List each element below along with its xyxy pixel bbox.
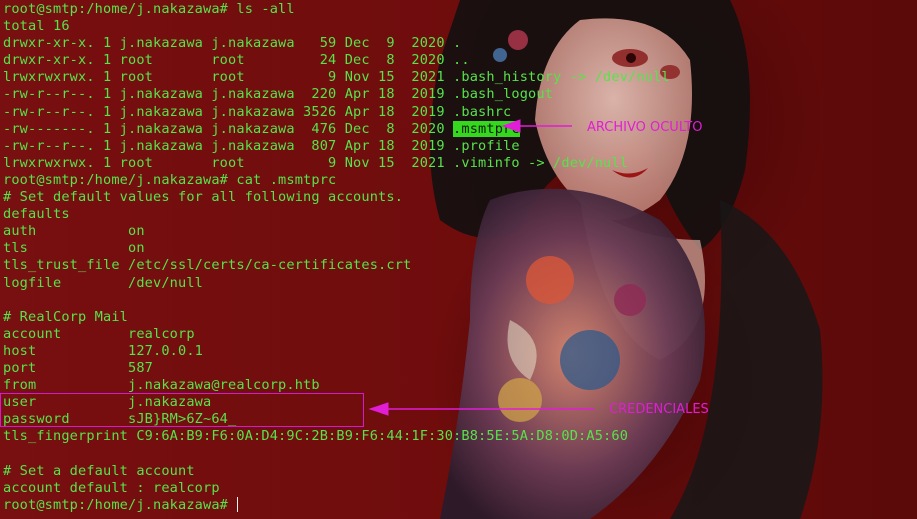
msmtprc-listing: -rw-------. 1 j.nakazawa j.nakazawa 476 … [3, 120, 454, 137]
terminal-line: lrwxrwxrwx. 1 root root 9 Nov 15 2021 .v… [3, 154, 629, 171]
terminal-window[interactable]: root@smtp:/home/j.nakazawa# ls -all tota… [0, 0, 917, 519]
terminal-line: account realcorp [3, 325, 195, 342]
text-cursor [237, 496, 239, 512]
terminal-line: drwxr-xr-x. 1 root root 24 Dec 8 2020 .. [3, 52, 470, 69]
terminal-line: port 587 [3, 359, 154, 376]
terminal-line: host 127.0.0.1 [3, 342, 204, 359]
terminal-line: lrwxrwxrwx. 1 root root 9 Nov 15 2021 .b… [3, 69, 670, 86]
msmtprc-highlight: .msmtprc [453, 120, 520, 137]
terminal-prompt-line[interactable]: root@smtp:/home/j.nakazawa# [3, 496, 670, 514]
terminal-line: root@smtp:/home/j.nakazawa# cat .msmtprc [3, 171, 337, 188]
terminal-output: root@smtp:/home/j.nakazawa# ls -all tota… [3, 1, 670, 514]
terminal-line: drwxr-xr-x. 1 j.nakazawa j.nakazawa 59 D… [3, 35, 462, 52]
terminal-line: logfile /dev/null [3, 274, 204, 291]
terminal-line: -rw-r--r--. 1 j.nakazawa j.nakazawa 3526… [3, 103, 512, 120]
credentials-annotation: CREDENCIALES [609, 402, 709, 417]
credentials-highlight-box [0, 393, 364, 427]
terminal-line: # Set default values for all following a… [3, 189, 404, 206]
hidden-file-annotation: ARCHIVO OCULTO [587, 120, 703, 135]
terminal-line: tls_fingerprint C9:6A:B9:F6:0A:D4:9C:2B:… [3, 428, 629, 445]
terminal-line: # Set a default account [3, 462, 195, 479]
terminal-line: account default : realcorp [3, 479, 220, 496]
terminal-line: root@smtp:/home/j.nakazawa# ls -all [3, 1, 295, 17]
terminal-line: -rw-r--r--. 1 j.nakazawa j.nakazawa 220 … [3, 86, 554, 103]
terminal-line: defaults [3, 206, 70, 223]
terminal-line: -rw-r--r--. 1 j.nakazawa j.nakazawa 807 … [3, 137, 520, 154]
terminal-line: total 16 [3, 18, 70, 35]
terminal-line: # RealCorp Mail [3, 308, 129, 325]
terminal-line-msmtprc: -rw-------. 1 j.nakazawa j.nakazawa 476 … [3, 120, 670, 138]
terminal-line: tls_trust_file /etc/ssl/certs/ca-certifi… [3, 257, 412, 274]
terminal-line: from j.nakazawa@realcorp.htb [3, 377, 320, 394]
terminal-line: tls on [3, 240, 145, 257]
prompt-text: root@smtp:/home/j.nakazawa# [3, 496, 237, 513]
terminal-line: auth on [3, 223, 145, 240]
